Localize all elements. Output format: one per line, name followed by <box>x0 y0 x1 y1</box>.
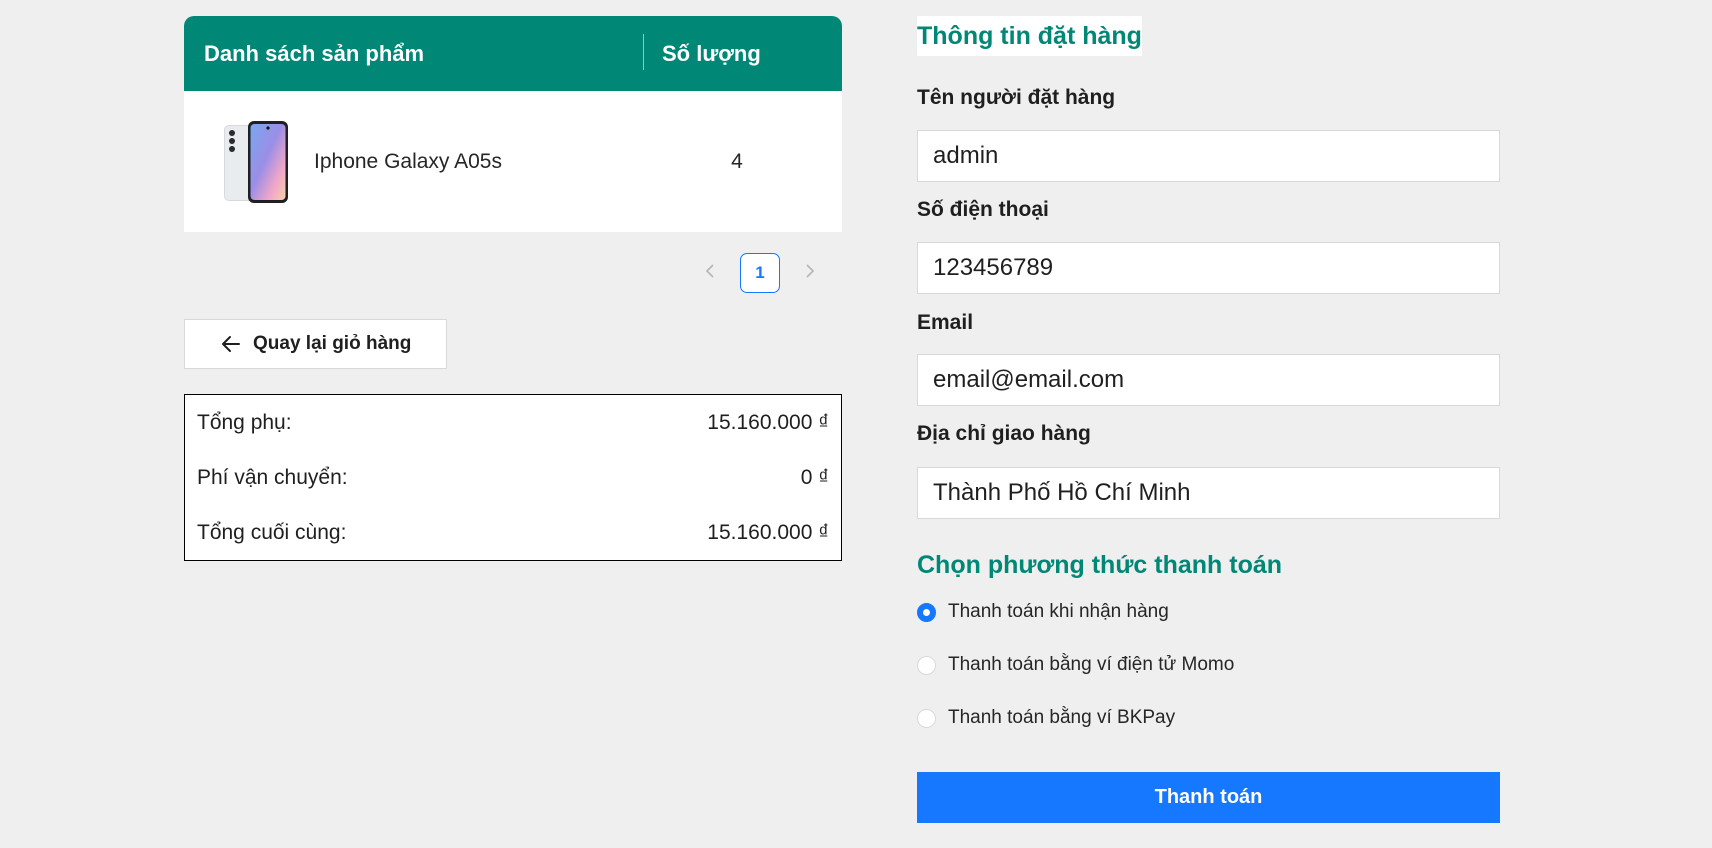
payment-option-label: Thanh toán khi nhận hàng <box>948 601 1169 622</box>
radio-button[interactable] <box>917 602 936 622</box>
page-number-button[interactable]: 1 <box>740 253 780 293</box>
form-title: Thông tin đặt hàng <box>917 16 1142 56</box>
name-field[interactable]: admin <box>917 130 1500 182</box>
address-field[interactable]: Thành Phố Hồ Chí Minh <box>917 467 1500 519</box>
subtotal-label: Tổng phụ: <box>197 410 292 434</box>
total-value: 15.160.000 ₫ <box>707 520 829 544</box>
email-field[interactable]: email@email.com <box>917 354 1500 406</box>
phone-field[interactable]: 123456789 <box>917 242 1500 294</box>
order-summary: Tổng phụ: 15.160.000 ₫ Phí vận chuyển: 0… <box>184 394 842 561</box>
chevron-right-icon[interactable] <box>800 262 820 285</box>
payment-method-title: Chọn phương thức thanh toán <box>917 551 1283 579</box>
product-table: Danh sách sản phẩm Số lượng Iphone Galax… <box>184 16 842 232</box>
payment-option-label: Thanh toán bằng ví điện tử Momo <box>948 654 1235 675</box>
subtotal-value: 15.160.000 ₫ <box>707 410 829 434</box>
radio-button[interactable] <box>917 708 936 728</box>
payment-option-bkpay[interactable]: Thanh toán bằng ví BKPay <box>917 707 1175 729</box>
payment-option-cod[interactable]: Thanh toán khi nhận hàng <box>917 601 1169 623</box>
shipping-value: 0 ₫ <box>800 465 829 489</box>
product-name[interactable]: Iphone Galaxy A05s <box>314 150 614 174</box>
column-header-quantity: Số lượng <box>662 40 761 66</box>
email-label: Email <box>917 311 974 334</box>
subtotal-row: Tổng phụ: 15.160.000 ₫ <box>197 395 829 450</box>
name-label: Tên người đặt hàng <box>917 86 1116 109</box>
shipping-row: Phí vận chuyển: 0 ₫ <box>197 450 829 505</box>
payment-option-label: Thanh toán bằng ví BKPay <box>948 707 1176 728</box>
address-label: Địa chỉ giao hàng <box>917 422 1091 445</box>
back-to-cart-button[interactable]: Quay lại giỏ hàng <box>184 319 447 369</box>
arrow-left-icon <box>222 336 240 352</box>
table-row: Iphone Galaxy A05s 4 <box>184 91 842 232</box>
pagination: 1 <box>700 253 820 293</box>
radio-button[interactable] <box>917 655 936 675</box>
chevron-left-icon[interactable] <box>700 262 720 285</box>
shipping-label: Phí vận chuyển: <box>197 465 348 489</box>
product-quantity: 4 <box>731 149 743 173</box>
column-divider <box>643 34 644 70</box>
checkout-button[interactable]: Thanh toán <box>917 772 1500 823</box>
total-row: Tổng cuối cùng: 15.160.000 ₫ <box>197 505 829 560</box>
back-button-label: Quay lại giỏ hàng <box>253 333 412 354</box>
phone-image <box>224 120 288 203</box>
phone-label: Số điện thoại <box>917 198 1049 221</box>
total-label: Tổng cuối cùng: <box>197 520 347 544</box>
payment-option-momo[interactable]: Thanh toán bằng ví điện tử Momo <box>917 654 1234 676</box>
table-header: Danh sách sản phẩm Số lượng <box>184 16 842 91</box>
column-header-product: Danh sách sản phẩm <box>204 40 425 66</box>
